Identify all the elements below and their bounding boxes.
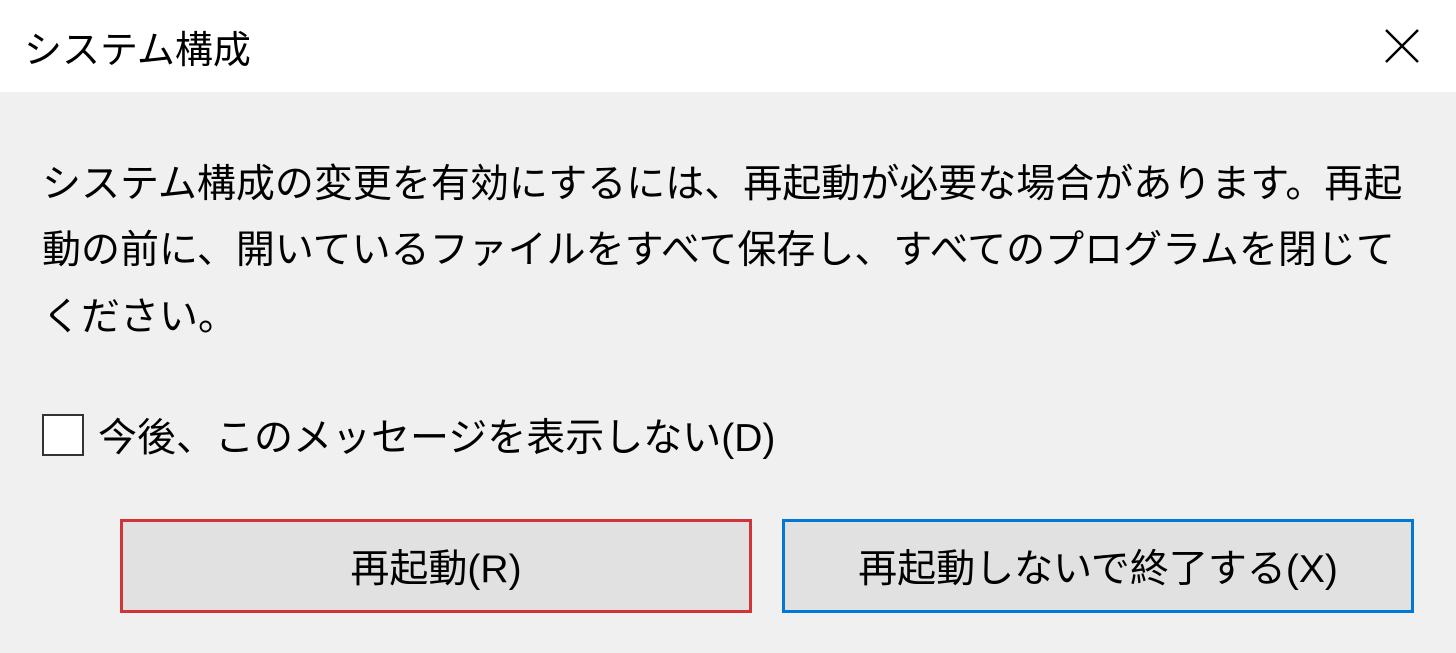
- restart-button[interactable]: 再起動(R): [120, 519, 752, 613]
- dont-show-again-row[interactable]: 今後、このメッセージを表示しない(D): [42, 407, 1414, 463]
- close-button[interactable]: [1372, 16, 1432, 76]
- dont-show-again-label[interactable]: 今後、このメッセージを表示しない(D): [98, 407, 775, 463]
- titlebar: システム構成: [0, 0, 1456, 92]
- dialog-content: システム構成の変更を有効にするには、再起動が必要な場合があります。再起動の前に、…: [0, 92, 1456, 653]
- close-icon: [1382, 26, 1422, 66]
- button-row: 再起動(R) 再起動しないで終了する(X): [42, 519, 1414, 613]
- system-config-dialog: システム構成 システム構成の変更を有効にするには、再起動が必要な場合があります。…: [0, 0, 1456, 647]
- dialog-message: システム構成の変更を有効にするには、再起動が必要な場合があります。再起動の前に、…: [42, 152, 1414, 351]
- dont-show-again-checkbox[interactable]: [42, 414, 84, 456]
- exit-without-restart-button[interactable]: 再起動しないで終了する(X): [782, 519, 1414, 613]
- dialog-title: システム構成: [24, 19, 251, 74]
